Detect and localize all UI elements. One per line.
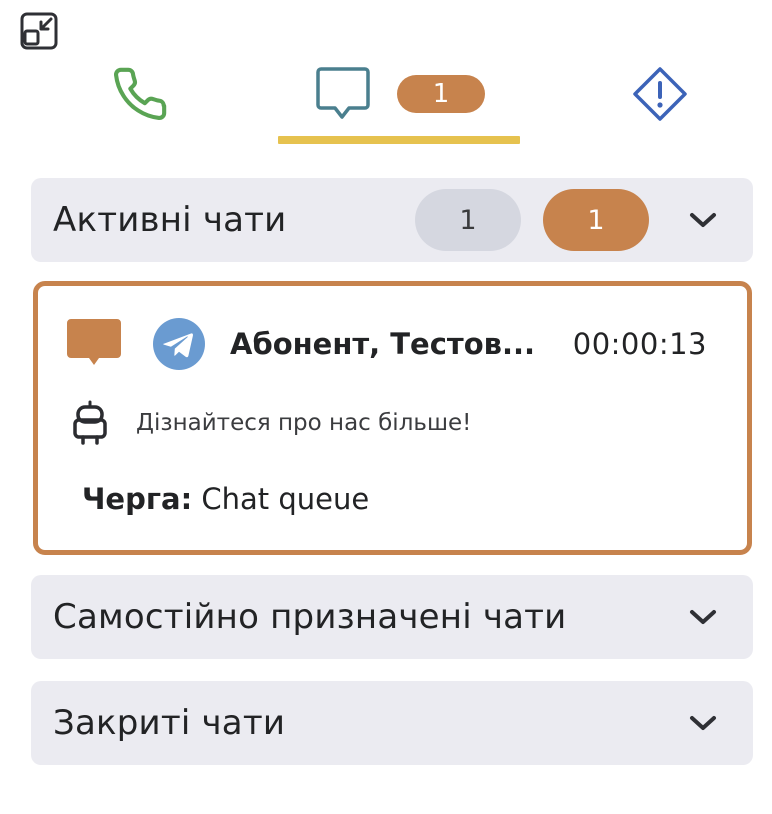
tab-calls[interactable]	[100, 62, 180, 126]
contact-name: Абонент, Тестов...	[230, 327, 536, 361]
section-title: Самостійно призначені чати	[53, 597, 567, 637]
count-badge-unread: 1	[543, 189, 649, 251]
chat-bubble-icon	[67, 319, 121, 365]
queue-info: Черга: Chat queue	[82, 482, 369, 516]
chevron-down-icon[interactable]	[685, 705, 721, 741]
phone-icon	[114, 67, 167, 120]
last-message: Дізнайтеся про нас більше!	[136, 410, 472, 436]
telegram-icon	[153, 318, 205, 370]
section-self-assigned-chats[interactable]: Самостійно призначені чати	[31, 575, 753, 659]
queue-label: Черга:	[82, 482, 193, 516]
section-title: Активні чати	[53, 200, 287, 240]
section-active-chats[interactable]: Активні чати 1 1	[31, 178, 753, 262]
tab-alerts[interactable]	[620, 62, 700, 126]
chat-timer: 00:00:13	[572, 327, 707, 361]
queue-value: Chat queue	[201, 482, 370, 516]
chevron-down-icon[interactable]	[685, 202, 721, 238]
bot-icon	[73, 400, 107, 445]
tab-chats[interactable]: 1	[300, 62, 500, 126]
active-tab-indicator	[278, 136, 520, 144]
alert-diamond-icon	[633, 67, 687, 121]
chevron-down-icon[interactable]	[685, 599, 721, 635]
chat-bubble-icon	[316, 67, 370, 119]
chat-card[interactable]: Абонент, Тестов... 00:00:13 Дізнайтеся п…	[33, 281, 752, 555]
minimize-window-icon[interactable]	[20, 12, 58, 50]
count-badge-total: 1	[415, 189, 521, 251]
unread-badge: 1	[397, 75, 485, 113]
section-closed-chats[interactable]: Закриті чати	[31, 681, 753, 765]
section-title: Закриті чати	[53, 703, 286, 743]
